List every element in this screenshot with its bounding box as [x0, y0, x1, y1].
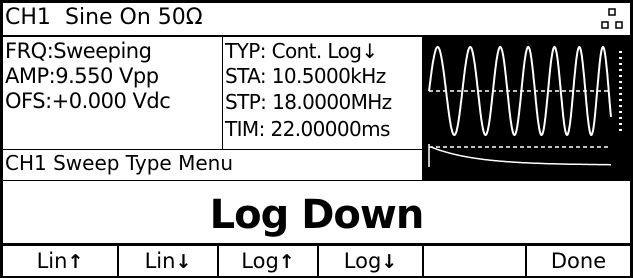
menu-title-bar: CH1 Sweep Type Menu: [3, 150, 422, 180]
selected-sweep-type: Log Down: [209, 192, 425, 238]
channel-state: Sine On 50Ω: [65, 5, 203, 30]
sweep-type-readout: TYP: Cont. Log↓: [225, 39, 378, 63]
softkey-label: Log: [343, 249, 382, 273]
lcd-screen: CH1 Sine On 50Ω FRQ:Sweeping AMP:9.550 V…: [0, 0, 633, 278]
softkey-lin-up[interactable]: Lin↑: [3, 246, 117, 276]
channel-display-icon: [601, 8, 623, 29]
channel-label: CH1: [5, 5, 51, 30]
arrow-up-icon: ↑: [278, 251, 295, 273]
arrow-down-icon: ↓: [381, 251, 398, 273]
status-bar: CH1 Sine On 50Ω: [3, 3, 630, 35]
start-frequency-readout: STA: 10.5000kHz: [225, 64, 386, 88]
softkey-log-up[interactable]: Log↑: [219, 246, 317, 276]
amplitude-scale-marker: [619, 51, 622, 131]
frequency-readout: FRQ:Sweeping: [5, 39, 152, 63]
sweep-waveform-graphic: [428, 45, 622, 167]
output-parameters: FRQ:Sweeping AMP:9.550 Vpp OFS:+0.000 Vd…: [3, 37, 222, 149]
softkey-label: Log: [241, 249, 279, 273]
softkey-label: Lin: [144, 249, 176, 273]
selected-value-panel: Log Down: [3, 181, 630, 243]
waveform-preview: [423, 37, 630, 180]
softkey-log-down[interactable]: Log↓: [319, 246, 422, 276]
arrow-up-icon: ↑: [67, 251, 84, 273]
arrow-down-icon: ↓: [175, 251, 192, 273]
offset-readout: OFS:+0.000 Vdc: [5, 89, 171, 113]
amplitude-readout: AMP:9.550 Vpp: [5, 64, 159, 88]
decay-curve: [430, 146, 611, 166]
softkey-lin-down[interactable]: Lin↓: [119, 246, 217, 276]
softkey-label: Lin: [36, 249, 68, 273]
softkey-done[interactable]: Done: [527, 246, 630, 276]
stop-frequency-readout: STP: 18.0000MHz: [225, 90, 392, 114]
sweep-time-readout: TIM: 22.00000ms: [225, 117, 390, 141]
softkey-label: Done: [550, 249, 607, 273]
sweep-parameters: TYP: Cont. Log↓ STA: 10.5000kHz STP: 18.…: [223, 37, 422, 149]
menu-title: CH1 Sweep Type Menu: [5, 151, 234, 175]
softkey-blank[interactable]: [424, 246, 525, 276]
